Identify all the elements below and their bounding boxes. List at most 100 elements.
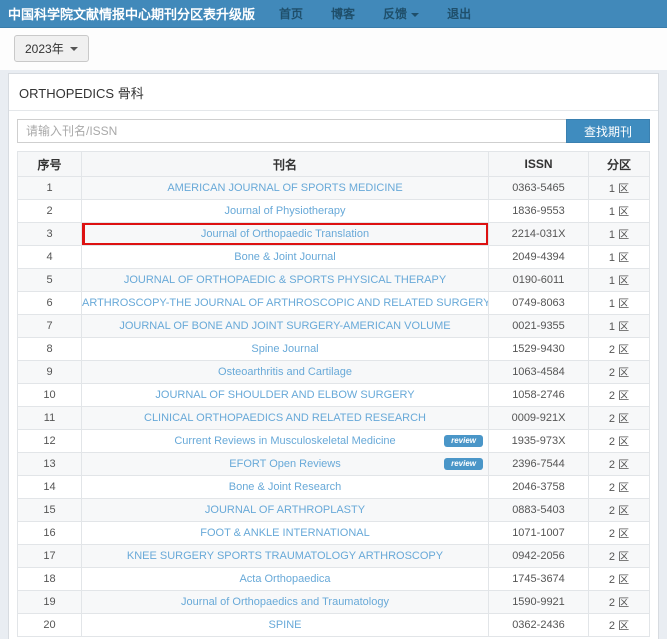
issn-value: 1071-1007 (489, 522, 589, 545)
journal-name-cell: SPINE (82, 614, 489, 637)
header-name: 刊名 (82, 152, 489, 177)
row-index: 14 (18, 476, 82, 499)
nav-link[interactable]: 博客 (317, 5, 369, 22)
journal-name-cell: Journal of Physiotherapy (82, 200, 489, 223)
journal-link[interactable]: Current Reviews in Musculoskeletal Medic… (174, 435, 395, 447)
journal-link[interactable]: ARTHROSCOPY-THE JOURNAL OF ARTHROSCOPIC … (82, 297, 489, 309)
journal-table: 序号 刊名 ISSN 分区 1 AMERICAN JOURNAL OF SPOR… (17, 151, 650, 637)
table-row: 12 Current Reviews in Musculoskeletal Me… (18, 430, 650, 453)
table-row: 5 JOURNAL OF ORTHOPAEDIC & SPORTS PHYSIC… (18, 269, 650, 292)
nav-link[interactable]: 退出 (433, 5, 485, 22)
journal-link[interactable]: SPINE (268, 619, 301, 631)
panel-body: 查找期刊 序号 刊名 ISSN 分区 1 AMERICAN JOURNAL OF… (9, 111, 658, 639)
journal-link[interactable]: Journal of Orthopaedics and Traumatology (181, 596, 389, 608)
journal-name-cell: Bone & Joint Research (82, 476, 489, 499)
row-index: 11 (18, 407, 82, 430)
zone-value: 1 区 (589, 269, 650, 292)
table-row: 2 Journal of Physiotherapy 1836-9553 1 区 (18, 200, 650, 223)
journal-link[interactable]: Bone & Joint Journal (234, 251, 336, 263)
journal-name-cell: JOURNAL OF ARTHROPLASTY (82, 499, 489, 522)
journal-link[interactable]: FOOT & ANKLE INTERNATIONAL (200, 527, 370, 539)
journal-link[interactable]: Journal of Physiotherapy (224, 205, 345, 217)
journal-link[interactable]: EFORT Open Reviews (229, 458, 340, 470)
journal-link[interactable]: CLINICAL ORTHOPAEDICS AND RELATED RESEAR… (144, 412, 426, 424)
row-index: 15 (18, 499, 82, 522)
row-index: 13 (18, 453, 82, 476)
year-dropdown-button[interactable]: 2023年 (14, 35, 89, 62)
row-index: 12 (18, 430, 82, 453)
table-row: 18 Acta Orthopaedica 1745-3674 2 区 (18, 568, 650, 591)
issn-value: 0362-2436 (489, 614, 589, 637)
journal-link[interactable]: JOURNAL OF SHOULDER AND ELBOW SURGERY (155, 389, 414, 401)
issn-value: 1529-9430 (489, 338, 589, 361)
nav-link[interactable]: 首页 (265, 5, 317, 22)
issn-value: 1058-2746 (489, 384, 589, 407)
table-row: 4 Bone & Joint Journal 2049-4394 1 区 (18, 246, 650, 269)
header-zone: 分区 (589, 152, 650, 177)
journal-name-cell: JOURNAL OF ORTHOPAEDIC & SPORTS PHYSICAL… (82, 269, 489, 292)
table-row: 6 ARTHROSCOPY-THE JOURNAL OF ARTHROSCOPI… (18, 292, 650, 315)
journal-name-cell: JOURNAL OF BONE AND JOINT SURGERY-AMERIC… (82, 315, 489, 338)
issn-value: 0883-5403 (489, 499, 589, 522)
journal-name-cell: Bone & Joint Journal (82, 246, 489, 269)
journal-name-cell: FOOT & ANKLE INTERNATIONAL (82, 522, 489, 545)
zone-value: 2 区 (589, 453, 650, 476)
issn-value: 0749-8063 (489, 292, 589, 315)
journal-link[interactable]: JOURNAL OF BONE AND JOINT SURGERY-AMERIC… (119, 320, 450, 332)
row-index: 8 (18, 338, 82, 361)
journal-name-cell: Spine Journal (82, 338, 489, 361)
table-row: 19 Journal of Orthopaedics and Traumatol… (18, 591, 650, 614)
journal-name-cell: AMERICAN JOURNAL OF SPORTS MEDICINE (82, 177, 489, 200)
caret-down-icon (70, 47, 78, 51)
issn-value: 0021-9355 (489, 315, 589, 338)
category-panel: ORTHOPEDICS 骨科 查找期刊 序号 刊名 ISSN 分区 1 AMER… (8, 73, 659, 639)
journal-link[interactable]: Spine Journal (251, 343, 318, 355)
table-row: 7 JOURNAL OF BONE AND JOINT SURGERY-AMER… (18, 315, 650, 338)
journal-name-cell: Osteoarthritis and Cartilage (82, 361, 489, 384)
year-dropdown-label: 2023年 (25, 40, 64, 57)
zone-value: 1 区 (589, 292, 650, 315)
zone-value: 1 区 (589, 177, 650, 200)
row-index: 1 (18, 177, 82, 200)
search-input[interactable] (17, 119, 566, 143)
row-index: 16 (18, 522, 82, 545)
journal-link[interactable]: Acta Orthopaedica (239, 573, 330, 585)
row-index: 9 (18, 361, 82, 384)
zone-value: 2 区 (589, 614, 650, 637)
journal-link[interactable]: Journal of Orthopaedic Translation (201, 228, 369, 240)
journal-name-cell: JOURNAL OF SHOULDER AND ELBOW SURGERY (82, 384, 489, 407)
row-index: 17 (18, 545, 82, 568)
journal-link[interactable]: Bone & Joint Research (229, 481, 342, 493)
search-journal-button[interactable]: 查找期刊 (566, 119, 650, 143)
review-badge: review (444, 435, 483, 447)
row-index: 19 (18, 591, 82, 614)
nav-links: 首页博客反馈退出 (265, 5, 485, 22)
table-row: 20 SPINE 0362-2436 2 区 (18, 614, 650, 637)
journal-name-cell: Current Reviews in Musculoskeletal Medic… (82, 430, 489, 453)
journal-link[interactable]: JOURNAL OF ORTHOPAEDIC & SPORTS PHYSICAL… (124, 274, 446, 286)
zone-value: 2 区 (589, 476, 650, 499)
row-index: 4 (18, 246, 82, 269)
journal-link[interactable]: KNEE SURGERY SPORTS TRAUMATOLOGY ARTHROS… (127, 550, 443, 562)
journal-link[interactable]: Osteoarthritis and Cartilage (218, 366, 352, 378)
journal-name-cell: KNEE SURGERY SPORTS TRAUMATOLOGY ARTHROS… (82, 545, 489, 568)
app-title: 中国科学院文献情报中心期刊分区表升级版 (8, 4, 255, 23)
zone-value: 1 区 (589, 315, 650, 338)
table-header-row: 序号 刊名 ISSN 分区 (18, 152, 650, 177)
issn-value: 0190-6011 (489, 269, 589, 292)
issn-value: 1836-9553 (489, 200, 589, 223)
zone-value: 2 区 (589, 591, 650, 614)
journal-name-cell: EFORT Open Reviews review (82, 453, 489, 476)
issn-value: 1745-3674 (489, 568, 589, 591)
journal-link[interactable]: AMERICAN JOURNAL OF SPORTS MEDICINE (167, 182, 402, 194)
issn-value: 1063-4584 (489, 361, 589, 384)
row-index: 18 (18, 568, 82, 591)
nav-link[interactable]: 反馈 (369, 5, 433, 22)
zone-value: 2 区 (589, 568, 650, 591)
zone-value: 1 区 (589, 200, 650, 223)
journal-link[interactable]: JOURNAL OF ARTHROPLASTY (205, 504, 365, 516)
issn-value: 0009-921X (489, 407, 589, 430)
row-index: 7 (18, 315, 82, 338)
top-navbar: 中国科学院文献情报中心期刊分区表升级版 首页博客反馈退出 (0, 0, 667, 28)
table-row: 17 KNEE SURGERY SPORTS TRAUMATOLOGY ARTH… (18, 545, 650, 568)
